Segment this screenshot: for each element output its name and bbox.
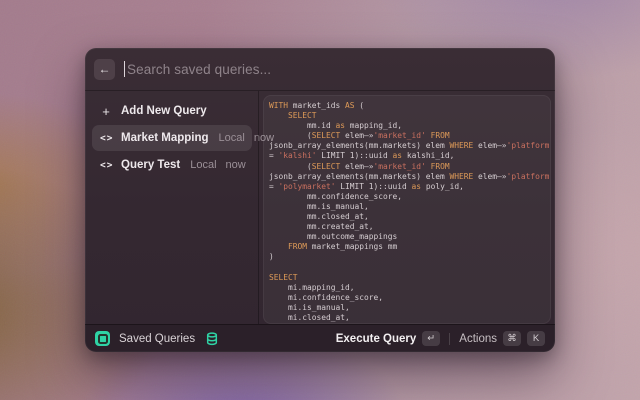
list-item-query-test[interactable]: <> Query Test Local now bbox=[92, 152, 252, 178]
list-item-tag: Local bbox=[190, 159, 216, 171]
enter-key-icon: ↵ bbox=[422, 331, 440, 346]
sql-code-panel: WITH market_ids AS ( SELECT mm.id as map… bbox=[263, 95, 551, 324]
database-icon bbox=[206, 332, 218, 346]
list-item-title: Query Test bbox=[121, 159, 180, 171]
plus-icon: + bbox=[100, 105, 112, 118]
search-placeholder: Search saved queries... bbox=[127, 62, 271, 77]
extension-name: Saved Queries bbox=[119, 333, 195, 345]
k-key-icon: K bbox=[527, 331, 545, 346]
actions-button[interactable]: Actions ⌘ K bbox=[459, 331, 545, 346]
footer-action-bar: Saved Queries Execute Query ↵ Actions ⌘ … bbox=[85, 324, 555, 352]
text-caret bbox=[124, 61, 125, 77]
back-arrow-icon: ← bbox=[99, 62, 111, 76]
query-preview-pane: WITH market_ids AS ( SELECT mm.id as map… bbox=[259, 91, 555, 324]
list-item-market-mapping[interactable]: <> Market Mapping Local now bbox=[92, 125, 252, 151]
back-button[interactable]: ← bbox=[94, 59, 115, 80]
search-input[interactable]: Search saved queries... bbox=[124, 61, 543, 77]
footer-separator bbox=[449, 333, 450, 345]
sql-code-block: WITH market_ids AS ( SELECT mm.id as map… bbox=[269, 101, 550, 324]
code-brackets-icon: <> bbox=[100, 133, 112, 144]
extension-app-icon bbox=[95, 331, 110, 346]
execute-query-label: Execute Query bbox=[336, 333, 417, 345]
code-brackets-icon: <> bbox=[100, 160, 112, 171]
list-item-label: Add New Query bbox=[121, 105, 207, 117]
list-item-add-new-query[interactable]: + Add New Query bbox=[92, 98, 252, 124]
execute-query-button[interactable]: Execute Query ↵ bbox=[336, 331, 441, 346]
command-palette-window: ← Search saved queries... + Add New Quer… bbox=[85, 48, 555, 352]
actions-label: Actions bbox=[459, 333, 497, 345]
query-list: + Add New Query <> Market Mapping Local … bbox=[85, 91, 258, 324]
command-key-icon: ⌘ bbox=[503, 331, 521, 346]
list-item-title: Market Mapping bbox=[121, 132, 209, 144]
search-bar: ← Search saved queries... bbox=[85, 48, 555, 91]
extension-app-icon-glyph bbox=[98, 334, 108, 344]
list-item-time: now bbox=[226, 159, 246, 171]
list-item-tag: Local bbox=[219, 132, 245, 144]
